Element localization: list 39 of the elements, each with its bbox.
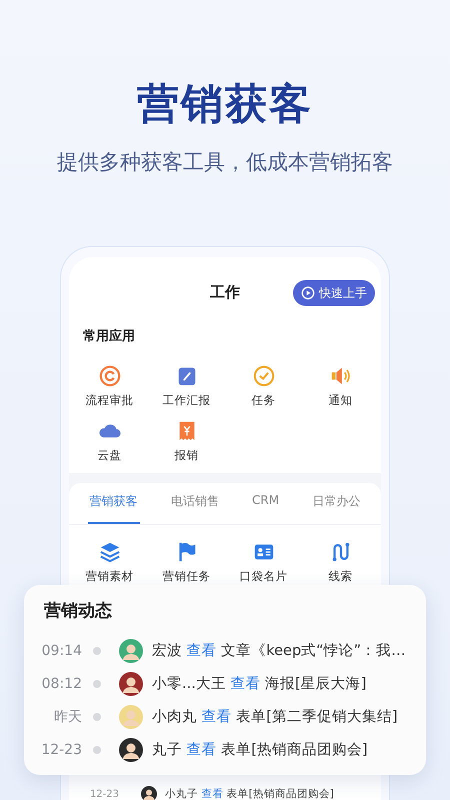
feed-time: 08:12 (40, 676, 82, 692)
feed-time: 09:14 (40, 642, 82, 658)
tool-shortcut[interactable]: 口袋名片 (225, 541, 302, 584)
timeline-dot (93, 746, 101, 754)
timeline-dot (93, 680, 101, 688)
feed-time: 12-23 (88, 788, 119, 800)
feed-entry: 小零...大王 查看 海报[星辰大海] (152, 675, 366, 693)
quick-start-button[interactable]: 快速上手 (293, 280, 375, 306)
ring-icon (98, 365, 120, 387)
app-shortcut[interactable]: 通知 (302, 365, 379, 408)
hero-title: 营销获客 (137, 78, 313, 130)
screen-title: 工作 (210, 282, 240, 302)
app-shortcut[interactable]: 报销 (148, 420, 225, 463)
layers-icon (98, 541, 120, 563)
timeline-dot (93, 646, 101, 654)
tool-shortcut[interactable]: 营销素材 (71, 541, 148, 584)
tool-shortcut[interactable]: 营销任务 (148, 541, 225, 584)
category-tab[interactable]: 电话销售 (168, 483, 221, 524)
feed-entry: 小丸子 查看 表单[热销商品团购会] (165, 787, 334, 800)
category-tab[interactable]: 营销获客 (88, 483, 140, 524)
feed-time: 昨天 (53, 708, 82, 726)
app-shortcut[interactable]: 云盘 (71, 420, 148, 463)
feed-entry: 宏波 查看 文章《keep式“悖论”：我… (152, 642, 406, 660)
checkmark-icon (252, 365, 274, 387)
speaker-icon (330, 365, 352, 387)
feed-entry: 小肉丸 查看 表单[第二季促销大集结] (152, 708, 398, 726)
app-shortcut[interactable]: 任务 (225, 365, 302, 408)
card-title: 营销动态 (44, 600, 113, 622)
category-tab[interactable]: 日常办公 (310, 483, 362, 524)
tool-shortcut[interactable]: 线索 (302, 541, 379, 584)
category-tab[interactable]: CRM (250, 483, 282, 524)
app-shortcut[interactable]: 流程审批 (71, 365, 148, 408)
timeline-dot (93, 712, 101, 720)
section-title: 常用应用 (82, 328, 136, 345)
hero-subtitle: 提供多种获客工具，低成本营销拓客 (57, 149, 393, 176)
feed-time: 12-23 (40, 742, 82, 758)
feed-entry: 丸子 查看 表单[热销商品团购会] (152, 740, 368, 759)
play-icon (301, 286, 315, 300)
app-shortcut[interactable]: 工作汇报 (148, 365, 225, 408)
